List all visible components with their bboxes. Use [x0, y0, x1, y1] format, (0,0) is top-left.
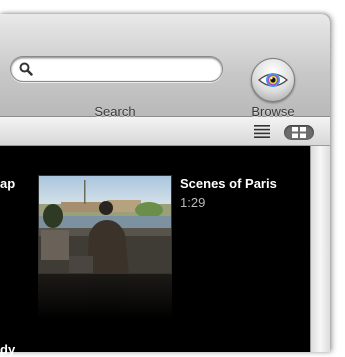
grid-icon [292, 127, 306, 138]
paris-scene-thumbnail [39, 176, 171, 273]
view-options-bar [0, 117, 330, 146]
thumbnail-reflection [38, 274, 172, 320]
search-icon [19, 62, 33, 76]
toolbar: Search Browse [0, 14, 330, 119]
grid-view-button[interactable] [284, 125, 314, 140]
movie-duration: 1:29 [180, 195, 206, 210]
search-input[interactable] [37, 60, 221, 80]
eye-icon [258, 73, 288, 87]
list-view-icon[interactable] [254, 125, 270, 138]
partial-movie-title-bottom[interactable]: dy [0, 342, 15, 357]
movie-thumbnail[interactable] [38, 175, 172, 274]
partial-movie-title[interactable]: ap [0, 176, 15, 191]
search-field[interactable] [10, 56, 223, 82]
browse-button[interactable] [251, 58, 295, 102]
movie-title[interactable]: Scenes of Paris [180, 176, 277, 191]
vertical-scrollbar[interactable] [310, 146, 330, 352]
